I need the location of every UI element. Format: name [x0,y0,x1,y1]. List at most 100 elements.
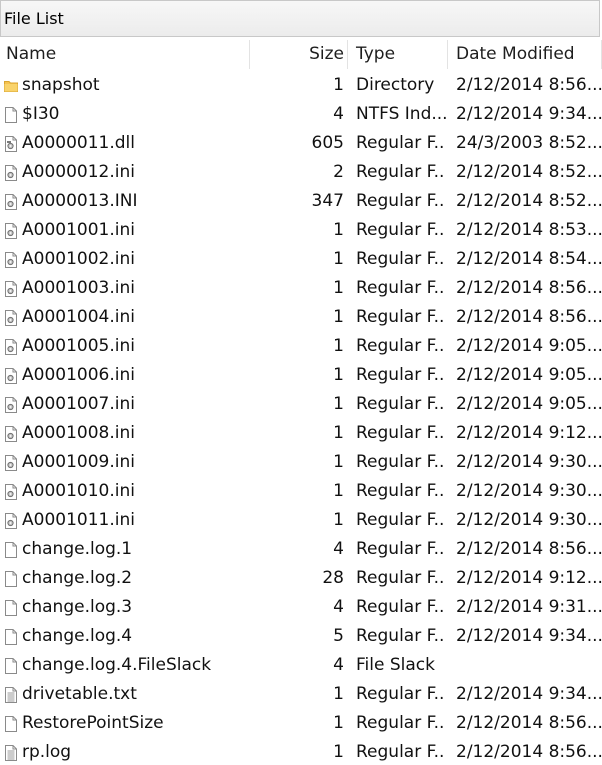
file-name: A0000012.ini [22,162,135,182]
file-name: A0000011.dll [22,133,135,153]
file-size: 1 [333,423,344,443]
table-row[interactable]: A0001009.ini 1 Regular F... 2/12/2014 9:30.… [0,448,602,477]
file-list: snapshot 1 Directory 2/12/2014 8:56... $I30 4… [0,71,602,765]
file-size: 4 [333,597,344,617]
table-row[interactable]: A0001006.ini 1 Regular F... 2/12/2014 9:05.… [0,361,602,390]
file-name: A0001003.ini [22,278,135,298]
file-name: rp.log [22,742,72,762]
file-size: 4 [333,539,344,559]
file-name: A0001008.ini [22,423,135,443]
file-type: Regular F... [356,365,446,385]
dll-file-icon [4,129,20,158]
file-type: Regular F... [356,539,446,559]
file-type: NTFS Ind... [356,104,446,124]
file-type: Regular F... [356,568,446,588]
config-file-icon [4,477,20,506]
table-row[interactable]: A0001005.ini 1 Regular F... 2/12/2014 9:05.… [0,332,602,361]
file-name: RestorePointSize [22,713,164,733]
file-name: snapshot [22,75,100,95]
table-row[interactable]: A0001007.ini 1 Regular F... 2/12/2014 9:05.… [0,390,602,419]
file-size: 28 [322,568,344,588]
table-row[interactable]: A0001001.ini 1 Regular F... 2/12/2014 8:53.… [0,216,602,245]
file-name: change.log.4.FileSlack [22,655,212,675]
file-name: A0001005.ini [22,336,135,356]
table-row[interactable]: change.log.4 5 Regular F... 2/12/2014 9:34.… [0,622,602,651]
config-file-icon [4,390,20,419]
file-size: 1 [333,713,344,733]
file-type: Regular F... [356,684,446,704]
file-icon [4,709,20,738]
table-row[interactable]: A0001008.ini 1 Regular F... 2/12/2014 9:12.… [0,419,602,448]
column-header-size[interactable]: Size [250,40,348,69]
table-row[interactable]: A0001003.ini 1 Regular F... 2/12/2014 8:56.… [0,274,602,303]
file-size: 5 [333,626,344,646]
table-row[interactable]: A0000011.dll 605 Regular F... 24/3/2003 8:5… [0,129,602,158]
config-file-icon [4,245,20,274]
file-name: change.log.1 [22,539,133,559]
file-date-modified [456,651,602,680]
file-size: 1 [333,365,344,385]
column-header-date-modified[interactable]: Date Modified [448,40,602,69]
table-row[interactable]: snapshot 1 Directory 2/12/2014 8:56... [0,71,602,100]
file-size: 1 [333,249,344,269]
text-file-icon [4,680,20,709]
file-date-modified: 2/12/2014 8:52... [456,162,602,182]
table-row[interactable]: change.log.2 28 Regular F... 2/12/2014 9:12… [0,564,602,593]
config-file-icon [4,419,20,448]
table-row[interactable]: change.log.4.FileSlack 4 File Slack [0,651,602,680]
column-header-name[interactable]: Name [0,40,250,69]
file-size: 1 [333,481,344,501]
panel-title: File List [0,0,600,37]
config-file-icon [4,448,20,477]
table-row[interactable]: rp.log 1 Regular F... 2/12/2014 8:56... [0,738,602,765]
file-size: 1 [333,75,344,95]
file-date-modified: 2/12/2014 8:53... [456,220,602,240]
table-row[interactable]: change.log.3 4 Regular F... 2/12/2014 9:31.… [0,593,602,622]
file-date-modified: 2/12/2014 9:34... [456,104,602,124]
folder-icon [4,71,20,100]
table-row[interactable]: change.log.1 4 Regular F... 2/12/2014 8:56.… [0,535,602,564]
file-type: Regular F... [356,278,446,298]
table-row[interactable]: drivetable.txt 1 Regular F... 2/12/2014 9:3… [0,680,602,709]
file-icon [4,622,20,651]
table-row[interactable]: A0001011.ini 1 Regular F... 2/12/2014 9:30.… [0,506,602,535]
file-size: 1 [333,220,344,240]
file-icon [4,535,20,564]
file-size: 1 [333,510,344,530]
file-date-modified: 2/12/2014 8:52... [456,191,602,211]
file-type: Regular F... [356,191,446,211]
file-type: File Slack [356,655,435,675]
file-icon [4,564,20,593]
table-row[interactable]: A0001002.ini 1 Regular F... 2/12/2014 8:54.… [0,245,602,274]
file-date-modified: 2/12/2014 9:30... [456,481,602,501]
config-file-icon [4,274,20,303]
file-date-modified: 2/12/2014 8:56... [456,742,602,762]
file-name: A0001007.ini [22,394,135,414]
table-row[interactable]: $I30 4 NTFS Ind... 2/12/2014 9:34... [0,100,602,129]
file-date-modified: 2/12/2014 9:30... [456,452,602,472]
file-date-modified: 2/12/2014 9:05... [456,365,602,385]
file-type: Regular F... [356,713,446,733]
file-icon [4,593,20,622]
config-file-icon [4,303,20,332]
file-name: change.log.4 [22,626,133,646]
file-type: Regular F... [356,336,446,356]
file-size: 1 [333,684,344,704]
table-row[interactable]: A0001004.ini 1 Regular F... 2/12/2014 8:56.… [0,303,602,332]
config-file-icon [4,187,20,216]
file-name: A0001011.ini [22,510,135,530]
file-name: A0001004.ini [22,307,135,327]
table-row[interactable]: RestorePointSize 1 Regular F... 2/12/2014 8… [0,709,602,738]
file-size: 347 [311,191,344,211]
table-row[interactable]: A0000012.ini 2 Regular F... 2/12/2014 8:52.… [0,158,602,187]
file-date-modified: 2/12/2014 8:56... [456,713,602,733]
file-size: 1 [333,742,344,762]
table-row[interactable]: A0001010.ini 1 Regular F... 2/12/2014 9:30.… [0,477,602,506]
file-type: Regular F... [356,597,446,617]
file-type: Regular F... [356,626,446,646]
table-row[interactable]: A0000013.INI 347 Regular F... 2/12/2014 8:5… [0,187,602,216]
column-header-type[interactable]: Type [348,40,448,69]
file-date-modified: 2/12/2014 9:05... [456,336,602,356]
file-icon [4,100,20,129]
file-date-modified: 2/12/2014 9:31... [456,597,602,617]
